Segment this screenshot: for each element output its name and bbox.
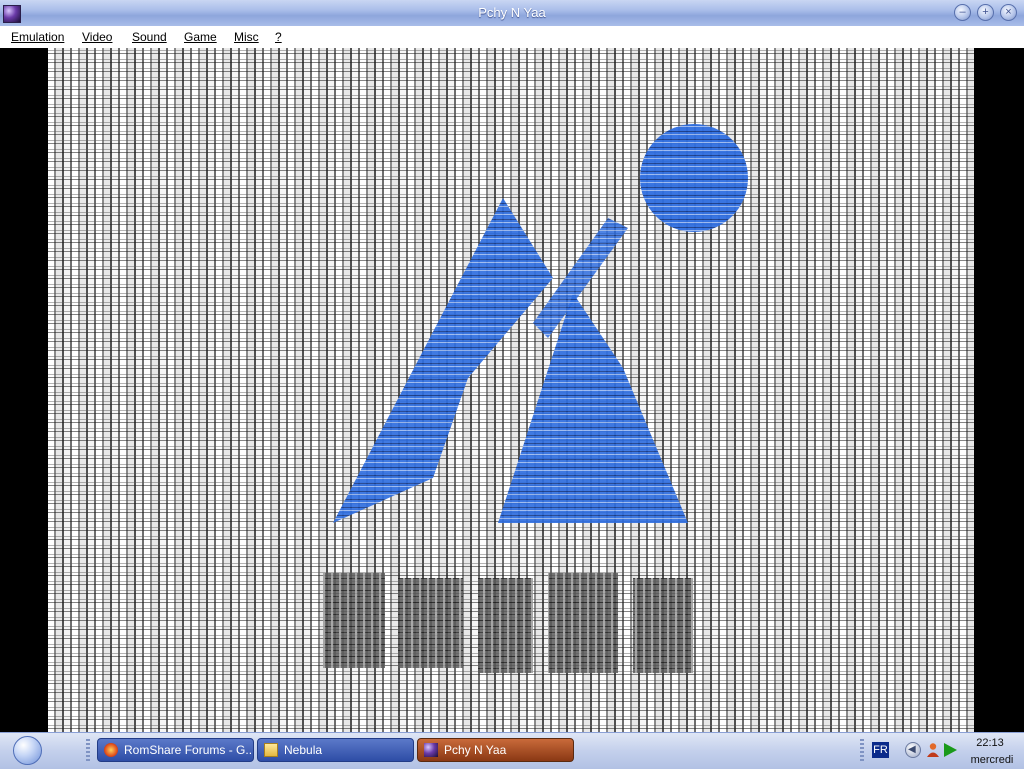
- maximize-button[interactable]: +: [977, 4, 994, 21]
- window-title: Pchy N Yaa: [478, 5, 546, 20]
- menu-help[interactable]: ?: [275, 30, 282, 44]
- window-titlebar[interactable]: Pchy N Yaa – + ×: [0, 0, 1024, 27]
- menu-video-label: Video: [82, 30, 113, 44]
- menu-game-label: Game: [184, 30, 217, 44]
- menu-emulation[interactable]: Emulation: [11, 30, 64, 44]
- letter-block-3: [478, 578, 533, 673]
- task-romshare[interactable]: RomShare Forums - G...: [97, 738, 254, 762]
- task-pchy-label: Pchy N Yaa: [444, 743, 507, 757]
- minimize-icon: –: [959, 6, 966, 18]
- menu-video[interactable]: Video: [82, 30, 112, 44]
- menu-emulation-label: Emulation: [11, 30, 65, 44]
- menu-bar: Emulation Video Sound Game Misc ?: [0, 26, 1024, 49]
- play-icon[interactable]: [944, 743, 957, 757]
- game-logo: [323, 124, 748, 673]
- close-button[interactable]: ×: [1000, 4, 1017, 21]
- start-button[interactable]: [13, 736, 42, 765]
- menu-help-label: ?: [275, 30, 282, 44]
- task-romshare-label: RomShare Forums - G...: [124, 743, 254, 757]
- letter-block-2: [398, 578, 463, 668]
- chevron-left-icon: ◀: [908, 744, 916, 755]
- folder-icon: [264, 743, 278, 757]
- letter-block-1: [323, 573, 385, 668]
- close-icon: ×: [1005, 6, 1012, 18]
- game-area: [0, 48, 1024, 732]
- taskbar-grip[interactable]: [86, 739, 90, 761]
- menu-game[interactable]: Game: [184, 30, 217, 44]
- user-icon[interactable]: [925, 742, 941, 758]
- menu-misc-label: Misc: [234, 30, 259, 44]
- emulator-screen[interactable]: [48, 48, 974, 732]
- menu-sound-label: Sound: [132, 30, 167, 44]
- tray-grip[interactable]: [860, 739, 864, 761]
- tray-back-button[interactable]: ◀: [905, 742, 921, 758]
- task-nebula-label: Nebula: [284, 743, 323, 757]
- language-indicator[interactable]: FR: [872, 742, 889, 758]
- task-nebula[interactable]: Nebula: [257, 738, 414, 762]
- clock-time[interactable]: 22:13: [966, 737, 1014, 749]
- clock-day: mercredi: [970, 754, 1014, 766]
- moon-shape: [640, 124, 748, 232]
- letter-block-5: [633, 578, 693, 673]
- browser-icon: [104, 743, 118, 757]
- minimize-button[interactable]: –: [954, 4, 971, 21]
- maximize-icon: +: [982, 6, 989, 18]
- menu-misc[interactable]: Misc: [234, 30, 259, 44]
- taskbar: RomShare Forums - G... Nebula Pchy N Yaa…: [0, 732, 1024, 769]
- right-peak-shape: [498, 293, 688, 523]
- letter-block-4: [548, 573, 618, 673]
- task-pchy-n-yaa[interactable]: Pchy N Yaa: [417, 738, 574, 762]
- menu-sound[interactable]: Sound: [132, 30, 167, 44]
- app-icon: [424, 743, 438, 757]
